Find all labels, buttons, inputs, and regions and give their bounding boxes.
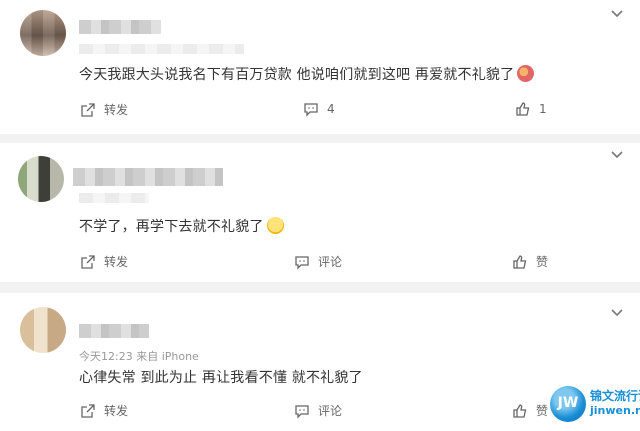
share-button[interactable]: 转发 (80, 402, 128, 419)
meta-blurred (79, 44, 244, 54)
like-button[interactable]: 赞 (512, 253, 548, 270)
comment-button[interactable]: 评论 (294, 402, 342, 419)
comment-card: 今天12:23 来自 iPhone 心律失常 到此为止 再让我看不懂 就不礼貌了… (0, 293, 640, 431)
username-blurred[interactable] (73, 168, 223, 186)
comment-meta: 今天12:23 来自 iPhone (79, 350, 199, 363)
watermark-url: jinwen.net (590, 404, 640, 417)
share-icon (81, 102, 95, 117)
thumbs-up-icon (516, 102, 530, 116)
comment-button[interactable]: 4 (303, 101, 335, 117)
meta-blurred (79, 193, 149, 203)
comment-text: 今天我跟大头说我名下有百万贷款 他说咱们就到这吧 再爱就不礼貌了 (79, 64, 535, 84)
thumbs-up-icon (513, 254, 527, 269)
comment-card: 今天我跟大头说我名下有百万贷款 他说咱们就到这吧 再爱就不礼貌了 转发 4 1 (0, 0, 640, 134)
avatar[interactable] (18, 156, 64, 202)
smile-emoji-icon (266, 217, 284, 234)
username-blurred[interactable] (79, 20, 161, 34)
chevron-down-icon[interactable] (610, 148, 624, 162)
avatar[interactable] (20, 307, 66, 353)
comment-text: 心律失常 到此为止 再让我看不懂 就不礼貌了 (79, 370, 363, 386)
share-button[interactable]: 转发 (80, 253, 128, 270)
thumbs-up-icon (513, 403, 527, 418)
share-icon (81, 254, 95, 269)
watermark: JW 锦文流行语 jinwen.net (550, 382, 640, 428)
like-button[interactable]: 赞 (512, 402, 548, 419)
avatar[interactable] (20, 10, 66, 56)
share-icon (81, 403, 95, 418)
chevron-down-icon[interactable] (610, 7, 624, 21)
username-blurred[interactable] (79, 324, 149, 338)
comment-button[interactable]: 评论 (294, 253, 342, 270)
like-button[interactable]: 1 (515, 101, 547, 117)
comment-icon (295, 404, 309, 419)
red-face-emoji-icon (517, 65, 535, 82)
comment-icon (304, 103, 318, 117)
watermark-title: 锦文流行语 (590, 389, 640, 403)
chevron-down-icon[interactable] (610, 306, 624, 320)
comment-text: 不学了，再学下去就不礼貌了 (79, 216, 284, 236)
share-button[interactable]: 转发 (80, 101, 128, 118)
comment-card: 不学了，再学下去就不礼貌了 转发 评论 赞 (0, 143, 640, 282)
comment-icon (295, 255, 309, 270)
jw-logo-icon: JW (550, 386, 586, 422)
